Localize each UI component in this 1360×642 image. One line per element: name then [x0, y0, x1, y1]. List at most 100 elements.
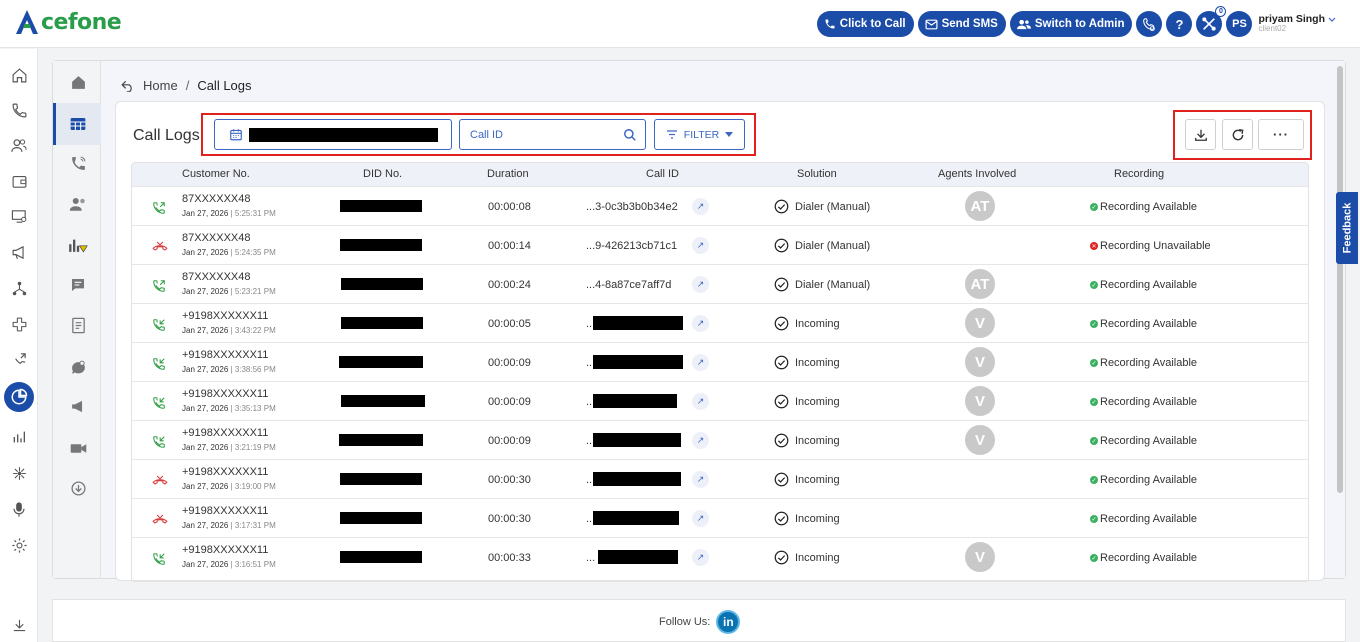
download-nav-icon[interactable]	[9, 615, 29, 635]
table-row[interactable]: +9198XXXXXX11 Jan 27, 2026 | 3:21:19 PM 00…	[132, 420, 1308, 459]
subnav-home-icon[interactable]	[67, 71, 89, 93]
agent-avatar[interactable]: V	[965, 347, 995, 377]
subnav-document-icon[interactable]	[67, 314, 89, 336]
analytics-nav-icon[interactable]	[4, 382, 34, 412]
megaphone-nav-icon[interactable]	[9, 242, 29, 262]
recording-status[interactable]: ✓ Recording Available	[1090, 279, 1197, 291]
main-nav-rail	[0, 49, 38, 642]
call-time: 5:24:35 PM	[234, 248, 276, 257]
hub-nav-icon[interactable]	[9, 463, 29, 483]
table-row[interactable]: +9198XXXXXX11 Jan 27, 2026 | 3:17:31 PM 00…	[132, 498, 1308, 537]
recording-status[interactable]: ✓ Recording Available	[1090, 396, 1197, 408]
subnav-users-icon[interactable]	[67, 193, 89, 215]
customer-number: +9198XXXXXX11	[182, 466, 269, 478]
open-call-details-icon[interactable]: ↗	[692, 471, 709, 488]
home-nav-icon[interactable]	[9, 65, 29, 85]
open-call-details-icon[interactable]: ↗	[692, 549, 709, 566]
recording-status[interactable]: ✓ Recording Available	[1090, 357, 1197, 369]
top-bar: cefone Click to Call Send SMS Switch to …	[0, 0, 1360, 48]
open-call-details-icon[interactable]: ↗	[692, 510, 709, 527]
acefone-logo[interactable]: cefone	[14, 8, 122, 36]
col-did[interactable]: DID No.	[363, 168, 402, 180]
solution-label: Incoming	[795, 395, 840, 408]
agent-avatar[interactable]: AT	[965, 269, 995, 299]
recording-status[interactable]: ✓ Recording Available	[1090, 318, 1197, 330]
page-scrollbar[interactable]	[1337, 66, 1343, 493]
agent-avatar[interactable]: V	[965, 308, 995, 338]
table-row[interactable]: 87XXXXXX48 Jan 27, 2026 | 5:25:31 PM 00:00…	[132, 186, 1308, 225]
send-sms-button[interactable]: Send SMS	[917, 11, 1006, 37]
feedback-label: Feedback	[1341, 202, 1353, 254]
table-row[interactable]: +9198XXXXXX11 Jan 27, 2026 | 3:19:00 PM 00…	[132, 459, 1308, 498]
open-call-details-icon[interactable]: ↗	[692, 198, 709, 215]
subnav-megaphone-icon[interactable]	[67, 395, 89, 417]
agent-status-button[interactable]	[1136, 11, 1163, 37]
open-call-details-icon[interactable]: ↗	[692, 237, 709, 254]
contacts-nav-icon[interactable]	[9, 135, 29, 155]
duration: 00:00:09	[488, 357, 531, 369]
agent-avatar[interactable]: AT	[965, 191, 995, 221]
call-date: Jan 27, 2026	[182, 404, 229, 413]
subnav-video-icon[interactable]	[67, 437, 89, 459]
col-agents[interactable]: Agents Involved	[938, 168, 1016, 180]
table-row[interactable]: 87XXXXXX48 Jan 27, 2026 | 5:24:35 PM 00:00…	[132, 225, 1308, 264]
open-call-details-icon[interactable]: ↗	[692, 276, 709, 293]
settings-nav-icon[interactable]	[9, 535, 29, 555]
microphone-nav-icon[interactable]	[9, 499, 29, 519]
recording-status[interactable]: ✓ Recording Available	[1090, 552, 1197, 564]
user-avatar[interactable]: PS	[1226, 11, 1253, 37]
recording-label: Recording Available	[1100, 396, 1198, 408]
recording-label: Recording Available	[1100, 474, 1198, 486]
open-call-details-icon[interactable]: ↗	[692, 354, 709, 371]
open-call-details-icon[interactable]: ↗	[692, 393, 709, 410]
recording-status[interactable]: ✓ Recording Available	[1090, 474, 1197, 486]
phone-nav-icon[interactable]	[9, 100, 29, 120]
agent-avatar[interactable]: V	[965, 386, 995, 416]
col-callid[interactable]: Call ID	[646, 168, 679, 180]
recording-status[interactable]: ✓ Recording Available	[1090, 513, 1197, 525]
call-id-redacted	[593, 394, 677, 408]
integration-nav-icon[interactable]	[9, 314, 29, 334]
integrations-button[interactable]: 0	[1196, 6, 1227, 37]
chevron-down-icon	[1328, 17, 1336, 22]
monitor-settings-nav-icon[interactable]	[9, 206, 29, 226]
call-routing-nav-icon[interactable]	[9, 349, 29, 369]
col-duration[interactable]: Duration	[487, 168, 529, 180]
subnav-reports-icon[interactable]	[67, 234, 89, 256]
solution-label: Incoming	[795, 434, 840, 447]
user-menu[interactable]: priyam Singh client02	[1258, 13, 1336, 34]
recording-status[interactable]: ✓ Recording Available	[1090, 435, 1197, 447]
breadcrumb-home[interactable]: Home	[143, 78, 178, 93]
check-dot-icon: ✓	[1090, 476, 1098, 484]
open-call-details-icon[interactable]: ↗	[692, 315, 709, 332]
missed-call-icon	[152, 240, 168, 255]
duration: 00:00:33	[488, 552, 531, 564]
help-button[interactable]: ?	[1166, 11, 1193, 37]
subnav-table-icon[interactable]	[67, 113, 89, 135]
col-recording[interactable]: Recording	[1114, 168, 1164, 180]
back-arrow-icon[interactable]	[121, 80, 135, 92]
check-dot-icon: ✓	[1090, 554, 1098, 562]
linkedin-icon[interactable]: in	[716, 610, 741, 634]
subnav-call-icon[interactable]	[67, 152, 89, 174]
subnav-chat-icon[interactable]	[67, 274, 89, 296]
table-row[interactable]: +9198XXXXXX11 Jan 27, 2026 | 3:38:56 PM 00…	[132, 342, 1308, 381]
table-row[interactable]: +9198XXXXXX11 Jan 27, 2026 | 3:43:22 PM 00…	[132, 303, 1308, 342]
network-nav-icon[interactable]	[9, 278, 29, 298]
table-row[interactable]: 87XXXXXX48 Jan 27, 2026 | 5:23:21 PM 00:00…	[132, 264, 1308, 303]
switch-to-admin-button[interactable]: Switch to Admin	[1009, 11, 1133, 37]
table-row[interactable]: +9198XXXXXX11 Jan 27, 2026 | 3:35:13 PM 00…	[132, 381, 1308, 420]
click-to-call-button[interactable]: Click to Call	[816, 11, 914, 37]
recording-status[interactable]: ✓ Recording Available	[1090, 201, 1197, 213]
agent-avatar[interactable]: V	[965, 542, 995, 572]
col-solution[interactable]: Solution	[797, 168, 837, 180]
feedback-tab[interactable]: Feedback	[1336, 192, 1358, 264]
subnav-chat-settings-icon[interactable]	[67, 356, 89, 378]
agent-avatar[interactable]: V	[965, 425, 995, 455]
open-call-details-icon[interactable]: ↗	[692, 432, 709, 449]
col-customer[interactable]: Customer No.	[182, 168, 250, 180]
bar-chart-nav-icon[interactable]	[9, 427, 29, 447]
table-row[interactable]: +9198XXXXXX11 Jan 27, 2026 | 3:16:51 PM 00…	[132, 537, 1308, 576]
subnav-download-icon[interactable]	[67, 477, 89, 499]
wallet-nav-icon[interactable]	[9, 171, 29, 191]
